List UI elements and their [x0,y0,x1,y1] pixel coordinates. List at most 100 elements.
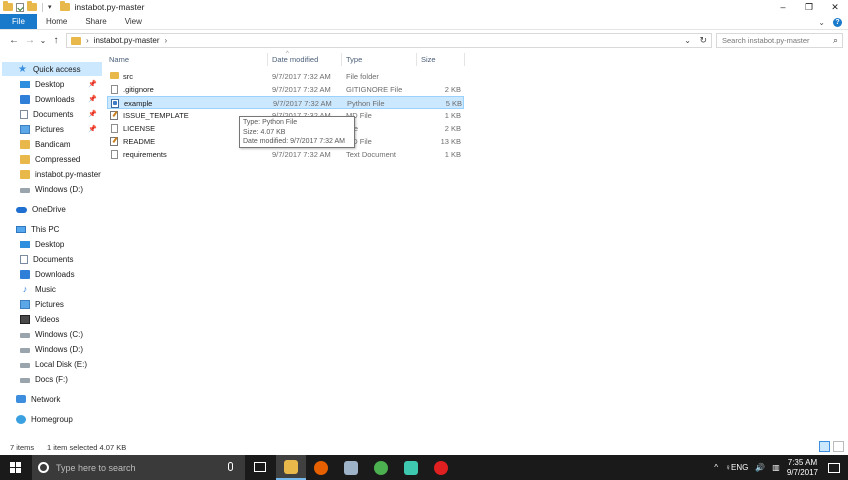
breadcrumb-separator[interactable]: › [86,36,89,45]
address-bar[interactable]: › instabot.py-master › ⌄ ↻ [66,33,712,48]
column-divider[interactable] [341,53,342,66]
column-header-name[interactable]: Name [109,55,129,64]
sidebar-item-this-pc[interactable]: This PC [16,222,59,236]
md-file-icon [110,137,118,146]
taskbar-app-recorder[interactable] [426,455,456,480]
sidebar-item-documents[interactable]: Documents [20,252,102,266]
sidebar-item-label: Docs (F:) [35,374,68,384]
breadcrumb[interactable]: instabot.py-master [94,36,160,45]
forward-button[interactable]: → [22,35,38,46]
file-icon [111,150,118,159]
file-row[interactable]: requirements 9/7/2017 7:32 AM Text Documen… [107,148,464,161]
sidebar-item-desktop[interactable]: Desktop [20,237,102,251]
column-header-size[interactable]: Size [421,55,436,64]
column-header-date-modified[interactable]: Date modified [272,55,318,64]
music-icon: ♪ [22,283,28,294]
file-row[interactable]: .gitignore 9/7/2017 7:32 AM GITIGNORE File… [107,83,464,96]
file-row[interactable]: src 9/7/2017 7:32 AM File folder [107,70,464,83]
file-name: requirements [123,150,167,159]
tab-share[interactable]: Share [76,14,115,29]
pin-icon: 📌 [88,126,97,133]
sidebar-item-pictures[interactable]: Pictures 📌 [20,122,102,136]
sidebar-item-desktop[interactable]: Desktop 📌 [20,77,102,91]
sidebar-item-instabot-py-master[interactable]: instabot.py-master [20,167,102,181]
address-dropdown-icon[interactable]: ⌄ [684,36,691,45]
sidebar-item-label: Desktop [35,239,65,249]
taskbar-search-input[interactable]: Type here to search [32,455,245,480]
sidebar-item-homegroup[interactable]: Homegroup [16,412,73,426]
drive-icon [20,333,30,338]
file-name: ISSUE_TEMPLATE [123,111,189,120]
input-indicator-icon[interactable]: ♀ENG [725,463,748,472]
sidebar-item-local-disk-e[interactable]: Local Disk (E:) [20,357,102,371]
sidebar-item-quick-access[interactable]: ★ Quick access [2,62,102,76]
network-status-icon[interactable]: ▥ [772,463,780,472]
show-hidden-icons-icon[interactable]: ^ [714,463,718,472]
sidebar-item-windows-c[interactable]: Windows (C:) [20,327,102,341]
homegroup-icon [16,414,26,424]
window-controls: – ❐ ✕ [770,0,848,14]
file-row[interactable]: example 9/7/2017 7:32 AM Python File 5 KB [107,96,464,109]
search-icon[interactable]: ⌕ [833,35,838,46]
refresh-icon[interactable]: ↻ [699,35,707,46]
recent-locations-button[interactable]: ⌄ [38,36,48,45]
window-title: instabot.py-master [74,2,145,12]
breadcrumb-separator[interactable]: › [164,36,167,45]
file-size: 2 KB [444,85,461,94]
taskbar-app-firefox[interactable] [306,455,336,480]
action-center-icon[interactable] [828,462,840,473]
sidebar-item-downloads[interactable]: Downloads [20,267,102,281]
column-header-type[interactable]: Type [346,55,362,64]
tab-file[interactable]: File [0,14,37,29]
taskbar-app-file-explorer[interactable] [276,455,306,480]
sidebar-item-pictures[interactable]: Pictures [20,297,102,311]
sidebar-item-windows-d[interactable]: Windows (D:) [20,342,102,356]
plant-app-icon [404,460,418,475]
file-date-modified: 9/7/2017 7:32 AM [272,85,331,94]
sidebar-item-label: Bandicam [35,139,71,149]
sidebar-item-windows-d[interactable]: Windows (D:) [20,182,102,196]
properties-icon[interactable] [16,2,24,12]
column-divider[interactable] [267,53,268,66]
taskbar-app-pc-app[interactable] [336,455,366,480]
sidebar-item-videos[interactable]: Videos [20,312,102,326]
volume-icon[interactable]: 🔊 [755,463,765,472]
sidebar-item-label: Documents [33,109,74,119]
windows-start-icon[interactable] [10,462,21,473]
sidebar-item-music[interactable]: ♪ Music [20,282,102,296]
task-view-icon[interactable] [254,462,266,472]
search-input[interactable]: Search instabot.py-master ⌕ [716,33,843,48]
taskbar-app-plant-app[interactable] [396,455,426,480]
maximize-button[interactable]: ❐ [796,0,822,14]
minimize-button[interactable]: – [770,0,796,14]
large-icons-view-button[interactable] [833,441,844,452]
sidebar-item-compressed[interactable]: Compressed [20,152,102,166]
file-size: 5 KB [445,99,462,108]
up-button[interactable]: ↑ [48,35,64,46]
chevron-down-icon[interactable]: ⌄ [818,18,825,27]
new-folder-icon[interactable] [27,1,37,11]
help-icon[interactable]: ? [833,18,842,27]
sidebar-item-onedrive[interactable]: OneDrive [16,202,66,216]
details-view-button[interactable] [819,441,830,452]
sidebar-item-documents[interactable]: Documents 📌 [20,107,102,121]
sidebar-item-downloads[interactable]: Downloads 📌 [20,92,102,106]
tab-home[interactable]: Home [37,14,76,29]
clock[interactable]: 7:35 AM 9/7/2017 [787,458,818,478]
back-button[interactable]: ← [6,35,22,46]
customize-toolbar-icon[interactable]: ▾ [48,3,52,11]
microphone-icon[interactable] [228,462,233,471]
sidebar-item-network[interactable]: Network [16,392,60,406]
folder-icon [20,154,30,164]
title-folder-icon [59,1,70,11]
cloud-icon [16,207,27,213]
sidebar-item-bandicam[interactable]: Bandicam [20,137,102,151]
column-divider[interactable] [416,53,417,66]
sidebar-item-docs-f[interactable]: Docs (F:) [20,372,102,386]
folder-icon[interactable] [3,1,13,11]
column-divider[interactable] [464,53,465,66]
tab-view[interactable]: View [116,14,151,29]
file-size: 13 KB [440,137,461,146]
taskbar-app-chrome[interactable] [366,455,396,480]
close-button[interactable]: ✕ [822,0,848,14]
